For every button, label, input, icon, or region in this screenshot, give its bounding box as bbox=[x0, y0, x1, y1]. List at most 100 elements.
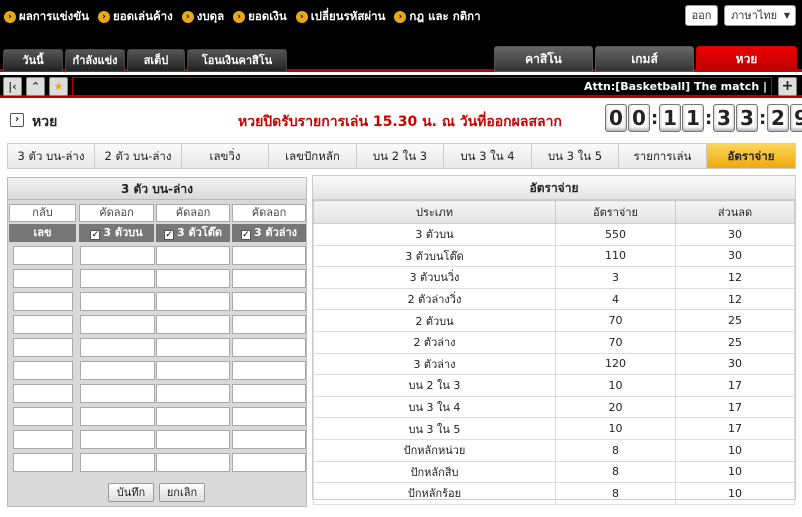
number-input[interactable] bbox=[13, 269, 73, 288]
bet-entry-title: 3 ตัว บน-ล่าง bbox=[8, 178, 306, 200]
tod-amount-input[interactable] bbox=[156, 453, 230, 472]
bottom-amount-input[interactable] bbox=[232, 315, 306, 334]
top-amount-input[interactable] bbox=[80, 338, 155, 357]
bottom-amount-input[interactable] bbox=[232, 246, 306, 265]
tod-amount-input[interactable] bbox=[156, 384, 230, 403]
bottom-amount-input[interactable] bbox=[232, 292, 306, 311]
discount-cell: 17 bbox=[675, 417, 795, 440]
discount-cell: 17 bbox=[675, 374, 795, 397]
timer-digit: 0 bbox=[605, 104, 627, 132]
top-amount-input[interactable] bbox=[80, 292, 155, 311]
bet-tab-bet-list[interactable]: รายการเล่น bbox=[619, 144, 707, 168]
tab-casino[interactable]: คาสิโน bbox=[494, 46, 593, 72]
rate-type-cell: 2 ตัวบน bbox=[313, 309, 556, 332]
top-link-rules[interactable]: › กฎ และ กติกา bbox=[394, 8, 481, 26]
tod-amount-input[interactable] bbox=[156, 269, 230, 288]
top-link-pending[interactable]: › ยอดเล่นค้าง bbox=[98, 8, 173, 26]
tod-amount-input[interactable] bbox=[156, 361, 230, 380]
tod-checkbox[interactable]: ✓ 3 ตัวโต๊ด bbox=[156, 224, 230, 242]
cancel-button[interactable]: ยกเลิก bbox=[159, 483, 205, 502]
table-row: บน 2 ใน 3 10 17 bbox=[313, 374, 795, 397]
top-amount-input[interactable] bbox=[80, 430, 155, 449]
timer-digit: 9 bbox=[790, 104, 802, 132]
discount-cell: 12 bbox=[675, 287, 795, 311]
number-input[interactable] bbox=[13, 292, 73, 311]
bottom-amount-input[interactable] bbox=[232, 384, 306, 403]
timer-digit: 1 bbox=[659, 104, 681, 132]
top-amount-input[interactable] bbox=[80, 361, 155, 380]
bet-tab-fixed-digit[interactable]: เลขปักหลัก bbox=[269, 144, 357, 168]
tod-amount-input[interactable] bbox=[156, 430, 230, 449]
bet-tab-3-top-bottom[interactable]: 3 ตัว บน-ล่าง bbox=[8, 144, 95, 168]
bottom-amount-input[interactable] bbox=[232, 338, 306, 357]
timer-digit: 0 bbox=[628, 104, 650, 132]
language-select[interactable]: ภาษาไทย ▼ bbox=[724, 5, 796, 26]
save-button[interactable]: บันทึก bbox=[108, 483, 154, 502]
top-amount-input[interactable] bbox=[80, 269, 155, 288]
top-amount-input[interactable] bbox=[80, 315, 155, 334]
bet-tab-top-2-of-3[interactable]: บน 2 ใน 3 bbox=[357, 144, 444, 168]
discount-cell: 10 bbox=[675, 438, 795, 462]
bottom-amount-input[interactable] bbox=[232, 430, 306, 449]
plus-icon[interactable]: + bbox=[778, 77, 797, 96]
bet-tab-running[interactable]: เลขวิ่ง bbox=[182, 144, 269, 168]
number-input[interactable] bbox=[13, 338, 73, 357]
table-row: 2 ตัวล่าง 70 25 bbox=[313, 330, 795, 354]
bet-tab-payout-rates[interactable]: อัตราจ่าย bbox=[707, 144, 795, 168]
bet-tab-top-3-of-5[interactable]: บน 3 ใน 5 bbox=[532, 144, 619, 168]
bottom-amount-input[interactable] bbox=[232, 453, 306, 472]
top-amount-input[interactable] bbox=[80, 453, 155, 472]
tod-amount-input[interactable] bbox=[156, 292, 230, 311]
reverse-button[interactable]: กลับ bbox=[9, 204, 76, 222]
top-amount-input[interactable] bbox=[80, 407, 155, 426]
bottom-amount-input[interactable] bbox=[232, 361, 306, 380]
column-header-type: ประเภท bbox=[313, 200, 556, 224]
number-input[interactable] bbox=[13, 407, 73, 426]
tod-amount-input[interactable] bbox=[156, 407, 230, 426]
bottom-checkbox[interactable]: ✓ 3 ตัวล่าง bbox=[232, 224, 306, 242]
tab-lottery[interactable]: หวย bbox=[696, 46, 797, 72]
tod-amount-input[interactable] bbox=[156, 338, 230, 357]
first-page-icon[interactable]: |‹ bbox=[3, 77, 22, 96]
number-input[interactable] bbox=[13, 430, 73, 449]
tod-amount-input[interactable] bbox=[156, 315, 230, 334]
tab-step[interactable]: สเต็ป bbox=[127, 49, 185, 72]
countdown-timer: 0 0 : 1 1 : 3 3 : 2 9 bbox=[605, 104, 802, 132]
number-input[interactable] bbox=[13, 361, 73, 380]
top-checkbox[interactable]: ✓ 3 ตัวบน bbox=[79, 224, 154, 242]
tab-live[interactable]: กำลังแข่ง bbox=[65, 49, 125, 72]
checkmark-icon: ✓ bbox=[90, 230, 101, 240]
copy-top-button[interactable]: คัดลอก bbox=[79, 204, 154, 222]
copy-bottom-button[interactable]: คัดลอก bbox=[232, 204, 306, 222]
number-input[interactable] bbox=[13, 246, 73, 265]
tab-casino-transfer[interactable]: โอนเงินคาสิโน bbox=[187, 49, 287, 72]
rate-value-cell: 20 bbox=[555, 395, 676, 419]
top-amount-input[interactable] bbox=[80, 384, 155, 403]
top-amount-input[interactable] bbox=[80, 246, 155, 265]
tab-today[interactable]: วันนี้ bbox=[3, 49, 63, 72]
number-input[interactable] bbox=[13, 315, 73, 334]
number-input[interactable] bbox=[13, 453, 73, 472]
top-link-credit[interactable]: › ยอดเงิน bbox=[233, 8, 287, 26]
collapse-top-icon[interactable]: ⌃ bbox=[26, 77, 45, 96]
rate-value-cell: 4 bbox=[555, 287, 676, 311]
tod-amount-input[interactable] bbox=[156, 246, 230, 265]
arrow-bullet-icon: › bbox=[98, 11, 110, 23]
top-link-results[interactable]: › ผลการแข่งขัน bbox=[4, 8, 89, 26]
closing-notice: หวยปิดรับรายการเล่น 15.30 น. ณ วันที่ออก… bbox=[238, 114, 562, 130]
arrow-bullet-icon: › bbox=[4, 11, 16, 23]
table-row: บน 3 ใน 4 20 17 bbox=[313, 395, 795, 419]
top-link-balance-sheet[interactable]: › งบดุล bbox=[181, 8, 224, 26]
star-icon[interactable]: ★ bbox=[49, 77, 68, 96]
top-link-change-password[interactable]: › เปลี่ยนรหัสผ่าน bbox=[295, 8, 385, 26]
bet-tab-top-3-of-4[interactable]: บน 3 ใน 4 bbox=[444, 144, 532, 168]
rate-type-cell: บน 3 ใน 4 bbox=[313, 395, 556, 419]
rate-type-cell: ปักหลักสิบ bbox=[313, 460, 556, 484]
bottom-amount-input[interactable] bbox=[232, 269, 306, 288]
bottom-amount-input[interactable] bbox=[232, 407, 306, 426]
bet-tab-2-top-bottom[interactable]: 2 ตัว บน-ล่าง bbox=[95, 144, 182, 168]
logout-button[interactable]: ออก bbox=[685, 5, 718, 26]
tab-games[interactable]: เกมส์ bbox=[595, 46, 694, 72]
number-input[interactable] bbox=[13, 384, 73, 403]
copy-tod-button[interactable]: คัดลอก bbox=[156, 204, 230, 222]
